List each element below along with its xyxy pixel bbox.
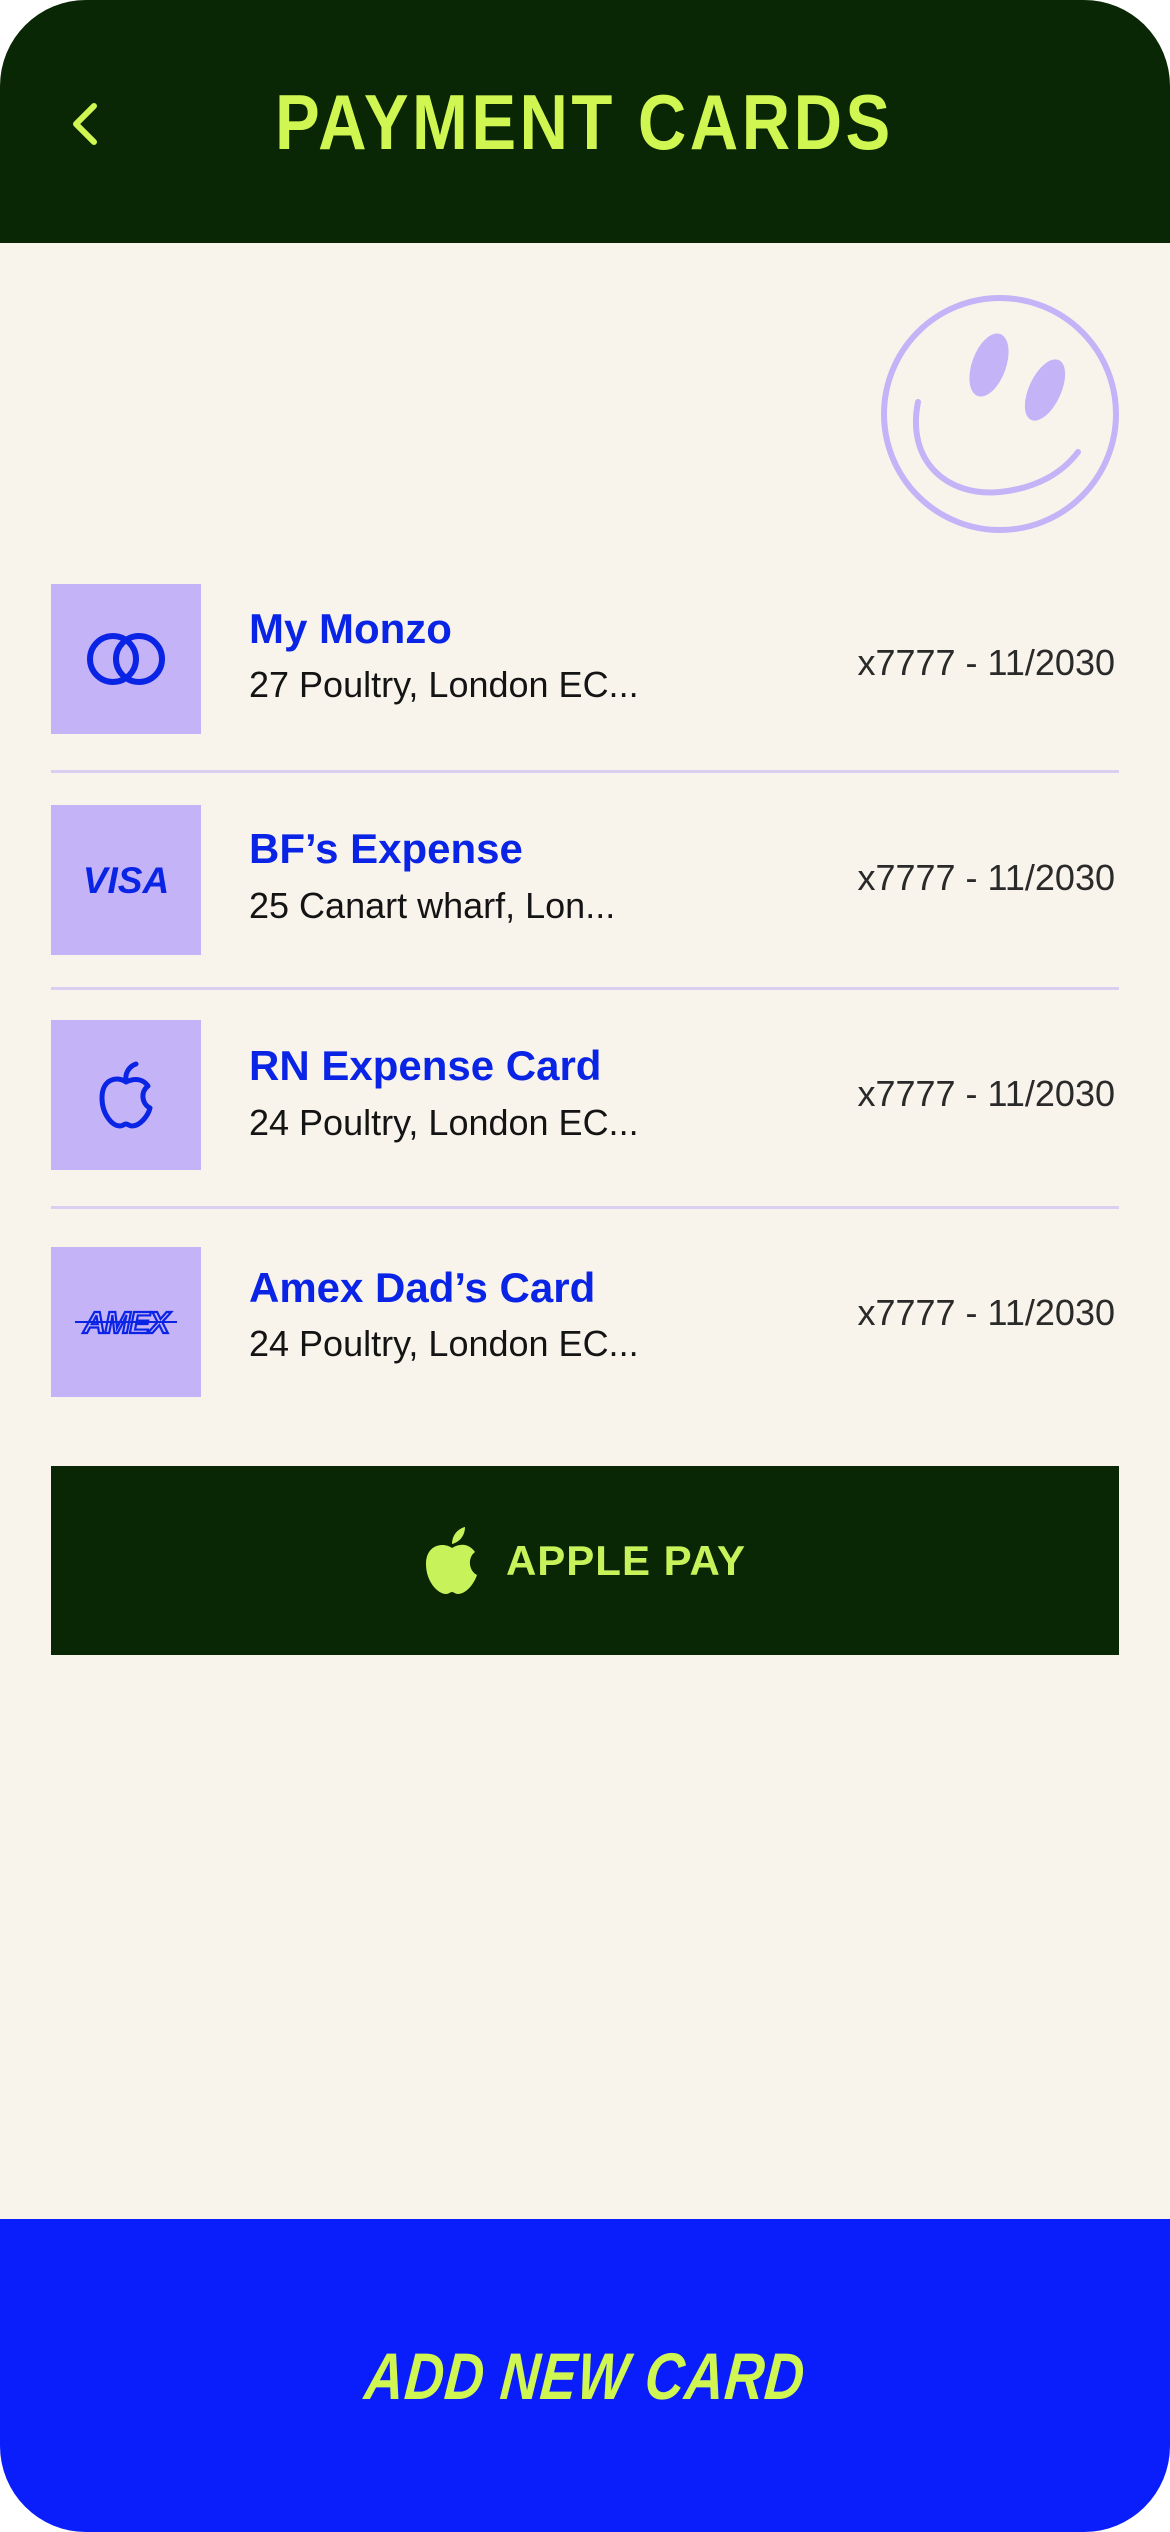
smiley-face-icon xyxy=(881,295,1119,533)
add-new-card-button[interactable]: ADD NEW CARD xyxy=(0,2219,1170,2532)
card-number-expiry: x7777 - 11/2030 xyxy=(857,642,1115,683)
card-row-my-monzo[interactable]: My Monzo 27 Poultry, London EC... x7777 … xyxy=(51,563,1119,773)
card-row-rn-expense-card[interactable]: RN Expense Card 24 Poultry, London EC...… xyxy=(51,990,1119,1209)
visa-logo-icon: VISA xyxy=(83,860,169,900)
card-address: 24 Poultry, London EC... xyxy=(249,1102,639,1143)
add-new-card-label: ADD NEW CARD xyxy=(361,2338,809,2413)
card-name: My Monzo xyxy=(249,605,452,652)
card-icon-box: AMEX xyxy=(51,1247,201,1397)
card-row-amex-dads-card[interactable]: AMEX Amex Dad’s Card 24 Poultry, London … xyxy=(51,1209,1119,1419)
card-address: 24 Poultry, London EC... xyxy=(249,1323,639,1364)
card-name: BF’s Expense xyxy=(249,825,523,872)
header-bar: PAYMENT CARDS xyxy=(0,0,1170,243)
card-number-expiry: x7777 - 11/2030 xyxy=(857,1292,1115,1333)
apple-pay-button[interactable]: APPLE PAY xyxy=(51,1466,1119,1655)
apple-logo-icon xyxy=(99,1061,153,1129)
card-address: 25 Canart wharf, Lon... xyxy=(249,885,616,926)
amex-logo-icon: AMEX xyxy=(75,1304,177,1340)
card-number-expiry: x7777 - 11/2030 xyxy=(857,1073,1115,1114)
card-address: 27 Poultry, London EC... xyxy=(249,664,639,705)
card-icon-box: VISA xyxy=(51,805,201,955)
apple-logo-icon xyxy=(425,1526,477,1594)
card-icon-box xyxy=(51,584,201,734)
page-title: PAYMENT CARDS xyxy=(274,78,894,166)
payment-cards-screen: PAYMENT CARDS My Monzo 27 Poultry, Londo… xyxy=(0,0,1170,2532)
svg-text:VISA: VISA xyxy=(83,860,169,900)
card-name: RN Expense Card xyxy=(249,1042,602,1089)
apple-pay-label: APPLE PAY xyxy=(505,1536,747,1584)
card-name: Amex Dad’s Card xyxy=(249,1264,596,1311)
card-number-expiry: x7777 - 11/2030 xyxy=(857,857,1115,898)
mastercard-rings-icon xyxy=(87,633,165,685)
card-icon-box xyxy=(51,1020,201,1170)
card-list: My Monzo 27 Poultry, London EC... x7777 … xyxy=(51,563,1119,1419)
card-row-bfs-expense[interactable]: VISA BF’s Expense 25 Canart wharf, Lon..… xyxy=(51,773,1119,990)
